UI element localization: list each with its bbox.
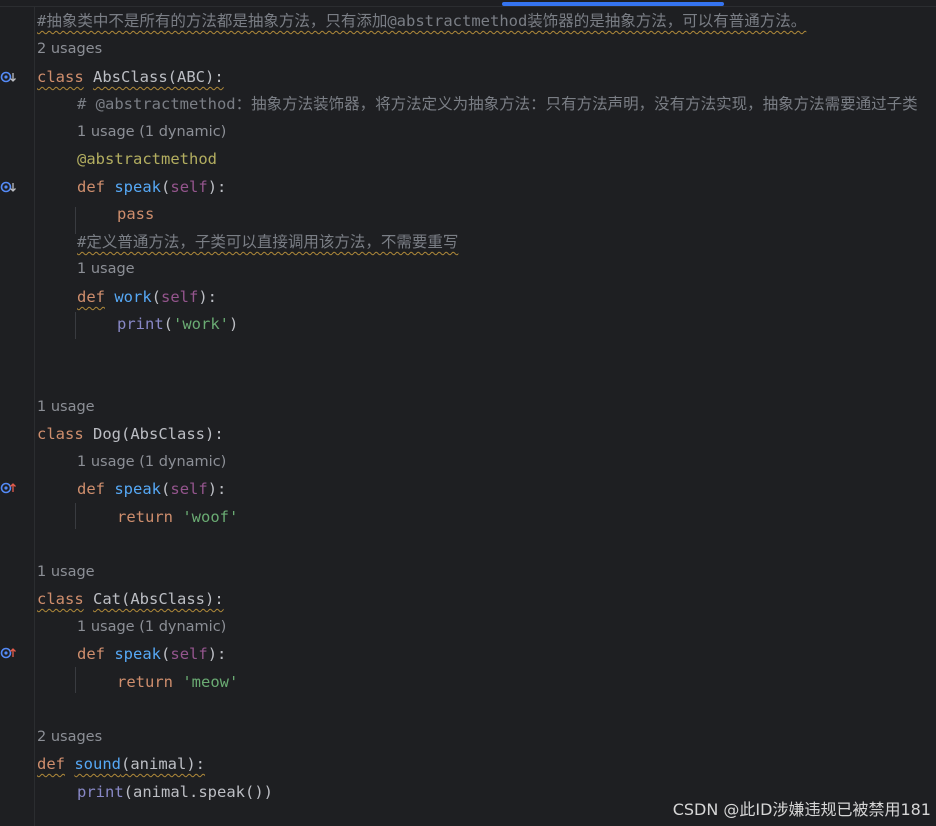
code-line-pass[interactable]: pass bbox=[117, 203, 154, 225]
code-line-print-work[interactable]: print('work') bbox=[117, 313, 238, 335]
csdn-watermark: CSDN @此ID涉嫌违规已被禁用181 bbox=[672, 800, 931, 819]
indent-guide bbox=[75, 667, 76, 693]
code-line-def-sound[interactable]: def sound(animal): bbox=[37, 753, 205, 775]
indent-guide bbox=[75, 312, 76, 339]
code-line-def-speak[interactable]: def speak(self): bbox=[77, 643, 226, 665]
editor-gutter[interactable] bbox=[0, 7, 35, 826]
code-line-comment[interactable]: #定义普通方法，子类可以直接调用该方法，不需要重写 bbox=[77, 231, 458, 253]
code-line-class-cat[interactable]: class Cat(AbsClass): bbox=[37, 588, 224, 610]
usage-hint[interactable]: 2 usages bbox=[37, 726, 102, 748]
code-line-print-sound[interactable]: print(animal.speak()) bbox=[77, 781, 273, 803]
code-editor[interactable]: #抽象类中不是所有的方法都是抽象方法，只有添加@abstractmethod装饰… bbox=[35, 7, 936, 826]
code-line-def-work[interactable]: def work(self): bbox=[77, 286, 217, 308]
usage-hint[interactable]: 1 usage bbox=[77, 258, 135, 280]
overrides-icon[interactable] bbox=[0, 646, 18, 660]
indent-guide bbox=[75, 503, 76, 529]
implemented-icon[interactable] bbox=[0, 70, 18, 84]
editor-tab-bar bbox=[0, 0, 936, 7]
overrides-icon[interactable] bbox=[0, 481, 18, 495]
indent-guide bbox=[75, 207, 76, 234]
usage-hint[interactable]: 1 usage (1 dynamic) bbox=[77, 616, 226, 638]
code-line-decorator[interactable]: @abstractmethod bbox=[77, 148, 217, 170]
usage-hint[interactable]: 1 usage (1 dynamic) bbox=[77, 121, 226, 143]
usage-hint[interactable]: 1 usage bbox=[37, 396, 95, 418]
code-line-return-woof[interactable]: return 'woof' bbox=[117, 506, 238, 528]
code-line-class-absclass[interactable]: class AbsClass(ABC): bbox=[37, 66, 224, 88]
implemented-icon[interactable] bbox=[0, 180, 18, 194]
code-line-def-speak[interactable]: def speak(self): bbox=[77, 176, 226, 198]
usage-hint[interactable]: 1 usage bbox=[37, 561, 95, 583]
code-line-return-meow[interactable]: return 'meow' bbox=[117, 671, 238, 693]
code-line-comment[interactable]: # @abstractmethod：抽象方法装饰器，将方法定义为抽象方法：只有方… bbox=[77, 93, 918, 115]
usage-hint[interactable]: 2 usages bbox=[37, 38, 102, 60]
code-line-comment[interactable]: #抽象类中不是所有的方法都是抽象方法，只有添加@abstractmethod装饰… bbox=[37, 10, 806, 32]
active-tab-indicator[interactable] bbox=[502, 2, 724, 6]
usage-hint[interactable]: 1 usage (1 dynamic) bbox=[77, 451, 226, 473]
code-line-class-dog[interactable]: class Dog(AbsClass): bbox=[37, 423, 224, 445]
code-line-def-speak[interactable]: def speak(self): bbox=[77, 478, 226, 500]
